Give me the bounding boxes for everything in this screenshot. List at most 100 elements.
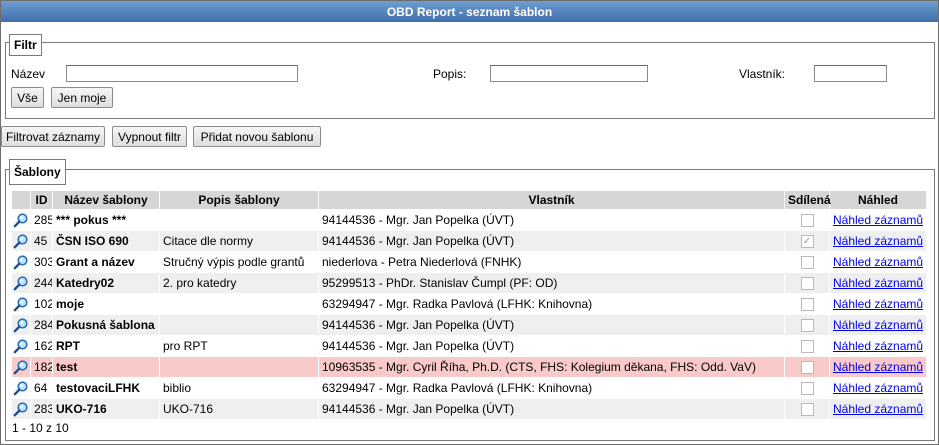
window-title: OBD Report - seznam šablon <box>1 1 938 22</box>
shared-checkbox[interactable] <box>800 214 814 228</box>
view-magnifier-icon[interactable] <box>11 272 31 294</box>
row-id: 285 <box>30 209 53 231</box>
desc-label: Popis: <box>433 67 467 81</box>
preview-link[interactable]: Náhled záznamů <box>833 360 923 374</box>
mine-button[interactable]: Jen moje <box>51 87 113 108</box>
templates-table: ID Název šablony Popis šablony Vlastník … <box>11 190 927 420</box>
row-preview-cell: Náhled záznamů <box>829 209 927 231</box>
view-magnifier-icon[interactable] <box>11 314 31 336</box>
row-preview-cell: Náhled záznamů <box>829 335 927 357</box>
row-name: UKO-716 <box>52 398 160 420</box>
row-owner: 63294947 - Mgr. Radka Pavlová (LFHK: Kni… <box>318 293 785 315</box>
col-desc-header[interactable]: Popis šablony <box>159 190 319 210</box>
view-magnifier-icon[interactable] <box>11 293 31 315</box>
view-magnifier-icon[interactable] <box>11 209 31 231</box>
table-row: 303 Grant a název Stručný výpis podle gran… <box>11 251 927 273</box>
row-owner: 63294947 - Mgr. Radka Pavlová (LFHK: Kni… <box>318 377 785 399</box>
preview-link[interactable]: Náhled záznamů <box>833 339 923 353</box>
preview-link[interactable]: Náhled záznamů <box>833 297 923 311</box>
shared-checkbox[interactable] <box>800 361 814 375</box>
preview-link[interactable]: Náhled záznamů <box>833 318 923 332</box>
row-owner: 10963535 - Mgr. Cyril Říha, Ph.D. (CTS, … <box>318 356 785 378</box>
table-header: ID Název šablony Popis šablony Vlastník … <box>11 190 927 210</box>
row-id: 45 <box>30 230 53 252</box>
shared-checkbox[interactable] <box>800 298 814 312</box>
pager-info: 1 - 10 z 10 <box>12 421 69 435</box>
col-id-header[interactable]: ID <box>30 190 53 210</box>
row-preview-cell: Náhled záznamů <box>829 230 927 252</box>
view-magnifier-icon[interactable] <box>11 251 31 273</box>
col-preview-header[interactable]: Náhled <box>829 190 927 210</box>
row-owner: 95299513 - PhDr. Stanislav Čumpl (PF: OD… <box>318 272 785 294</box>
row-shared-cell <box>784 293 830 315</box>
row-desc <box>159 356 319 378</box>
row-owner: 94144536 - Mgr. Jan Popelka (ÚVT) <box>318 209 785 231</box>
shared-checkbox[interactable] <box>800 277 814 291</box>
table-row: 162 RPT pro RPT 94144536 - Mgr. Jan Popelka… <box>11 335 927 357</box>
row-preview-cell: Náhled záznamů <box>829 356 927 378</box>
preview-link[interactable]: Náhled záznamů <box>833 213 923 227</box>
row-shared-cell <box>784 377 830 399</box>
row-shared-cell <box>784 335 830 357</box>
row-owner: niederlova - Petra Niederlová (FNHK) <box>318 251 785 273</box>
disable-filter-button[interactable]: Vypnout filtr <box>112 126 187 147</box>
row-name: test <box>52 356 160 378</box>
row-shared-cell <box>784 209 830 231</box>
preview-link[interactable]: Náhled záznamů <box>833 234 923 248</box>
row-owner: 94144536 - Mgr. Jan Popelka (ÚVT) <box>318 314 785 336</box>
table-row: 64 testovaciLFHK biblio 63294947 - Mgr. Rad… <box>11 377 927 399</box>
view-magnifier-icon[interactable] <box>11 377 31 399</box>
owner-input[interactable] <box>814 65 887 82</box>
desc-input[interactable] <box>490 65 648 82</box>
row-id: 102 <box>30 293 53 315</box>
shared-checkbox[interactable]: ✓ <box>800 235 814 249</box>
preview-link[interactable]: Náhled záznamů <box>833 255 923 269</box>
table-row: 244 Katedry02 2. pro katedry 95299513 - PhD… <box>11 272 927 294</box>
row-name: testovaciLFHK <box>52 377 160 399</box>
owner-label: Vlastník: <box>739 67 786 81</box>
col-owner-header[interactable]: Vlastník <box>318 190 785 210</box>
filter-legend: Filtr <box>9 34 42 56</box>
row-preview-cell: Náhled záznamů <box>829 398 927 420</box>
shared-checkbox[interactable] <box>800 340 814 354</box>
shared-checkbox[interactable] <box>800 256 814 270</box>
row-preview-cell: Náhled záznamů <box>829 251 927 273</box>
col-shared-header[interactable]: Sdílená <box>784 190 831 210</box>
name-label: Název <box>11 67 46 81</box>
preview-link[interactable]: Náhled záznamů <box>833 276 923 290</box>
row-name: RPT <box>52 335 160 357</box>
col-name-header[interactable]: Název šablony <box>52 190 160 210</box>
add-template-button[interactable]: Přidat novou šablonu <box>193 126 321 147</box>
row-id: 182 <box>30 356 53 378</box>
row-id: 284 <box>30 314 53 336</box>
view-magnifier-icon[interactable] <box>11 398 31 420</box>
view-magnifier-icon[interactable] <box>11 356 31 378</box>
table-row: 284 Pokusná šablona 94144536 - Mgr. Jan Po… <box>11 314 927 336</box>
row-name: Katedry02 <box>52 272 160 294</box>
view-magnifier-icon[interactable] <box>11 335 31 357</box>
row-desc <box>159 293 319 315</box>
row-shared-cell <box>784 272 830 294</box>
row-owner: 94144536 - Mgr. Jan Popelka (ÚVT) <box>318 335 785 357</box>
filter-records-button[interactable]: Filtrovat záznamy <box>1 126 105 147</box>
row-desc: Stručný výpis podle grantů <box>159 251 319 273</box>
table-row: 182 test 10963535 - Mgr. Cyril Říha, Ph.D.… <box>11 356 927 378</box>
templates-legend: Šablony <box>9 159 66 185</box>
row-preview-cell: Náhled záznamů <box>829 293 927 315</box>
view-magnifier-icon[interactable] <box>11 230 31 252</box>
row-owner: 94144536 - Mgr. Jan Popelka (ÚVT) <box>318 230 785 252</box>
preview-link[interactable]: Náhled záznamů <box>833 381 923 395</box>
shared-checkbox[interactable] <box>800 319 814 333</box>
row-shared-cell <box>784 356 830 378</box>
row-name: moje <box>52 293 160 315</box>
name-input[interactable] <box>66 65 298 82</box>
preview-link[interactable]: Náhled záznamů <box>833 402 923 416</box>
all-button[interactable]: Vše <box>11 87 44 108</box>
shared-checkbox[interactable] <box>800 403 814 417</box>
row-id: 303 <box>30 251 53 273</box>
shared-checkbox[interactable] <box>800 382 814 396</box>
row-id: 283 <box>30 398 53 420</box>
table-row: 285 *** pokus *** 94144536 - Mgr. Jan Pope… <box>11 209 927 231</box>
table-row: 283 UKO-716 UKO-716 94144536 - Mgr. Jan Pop… <box>11 398 927 420</box>
row-shared-cell: ✓ <box>784 230 830 252</box>
